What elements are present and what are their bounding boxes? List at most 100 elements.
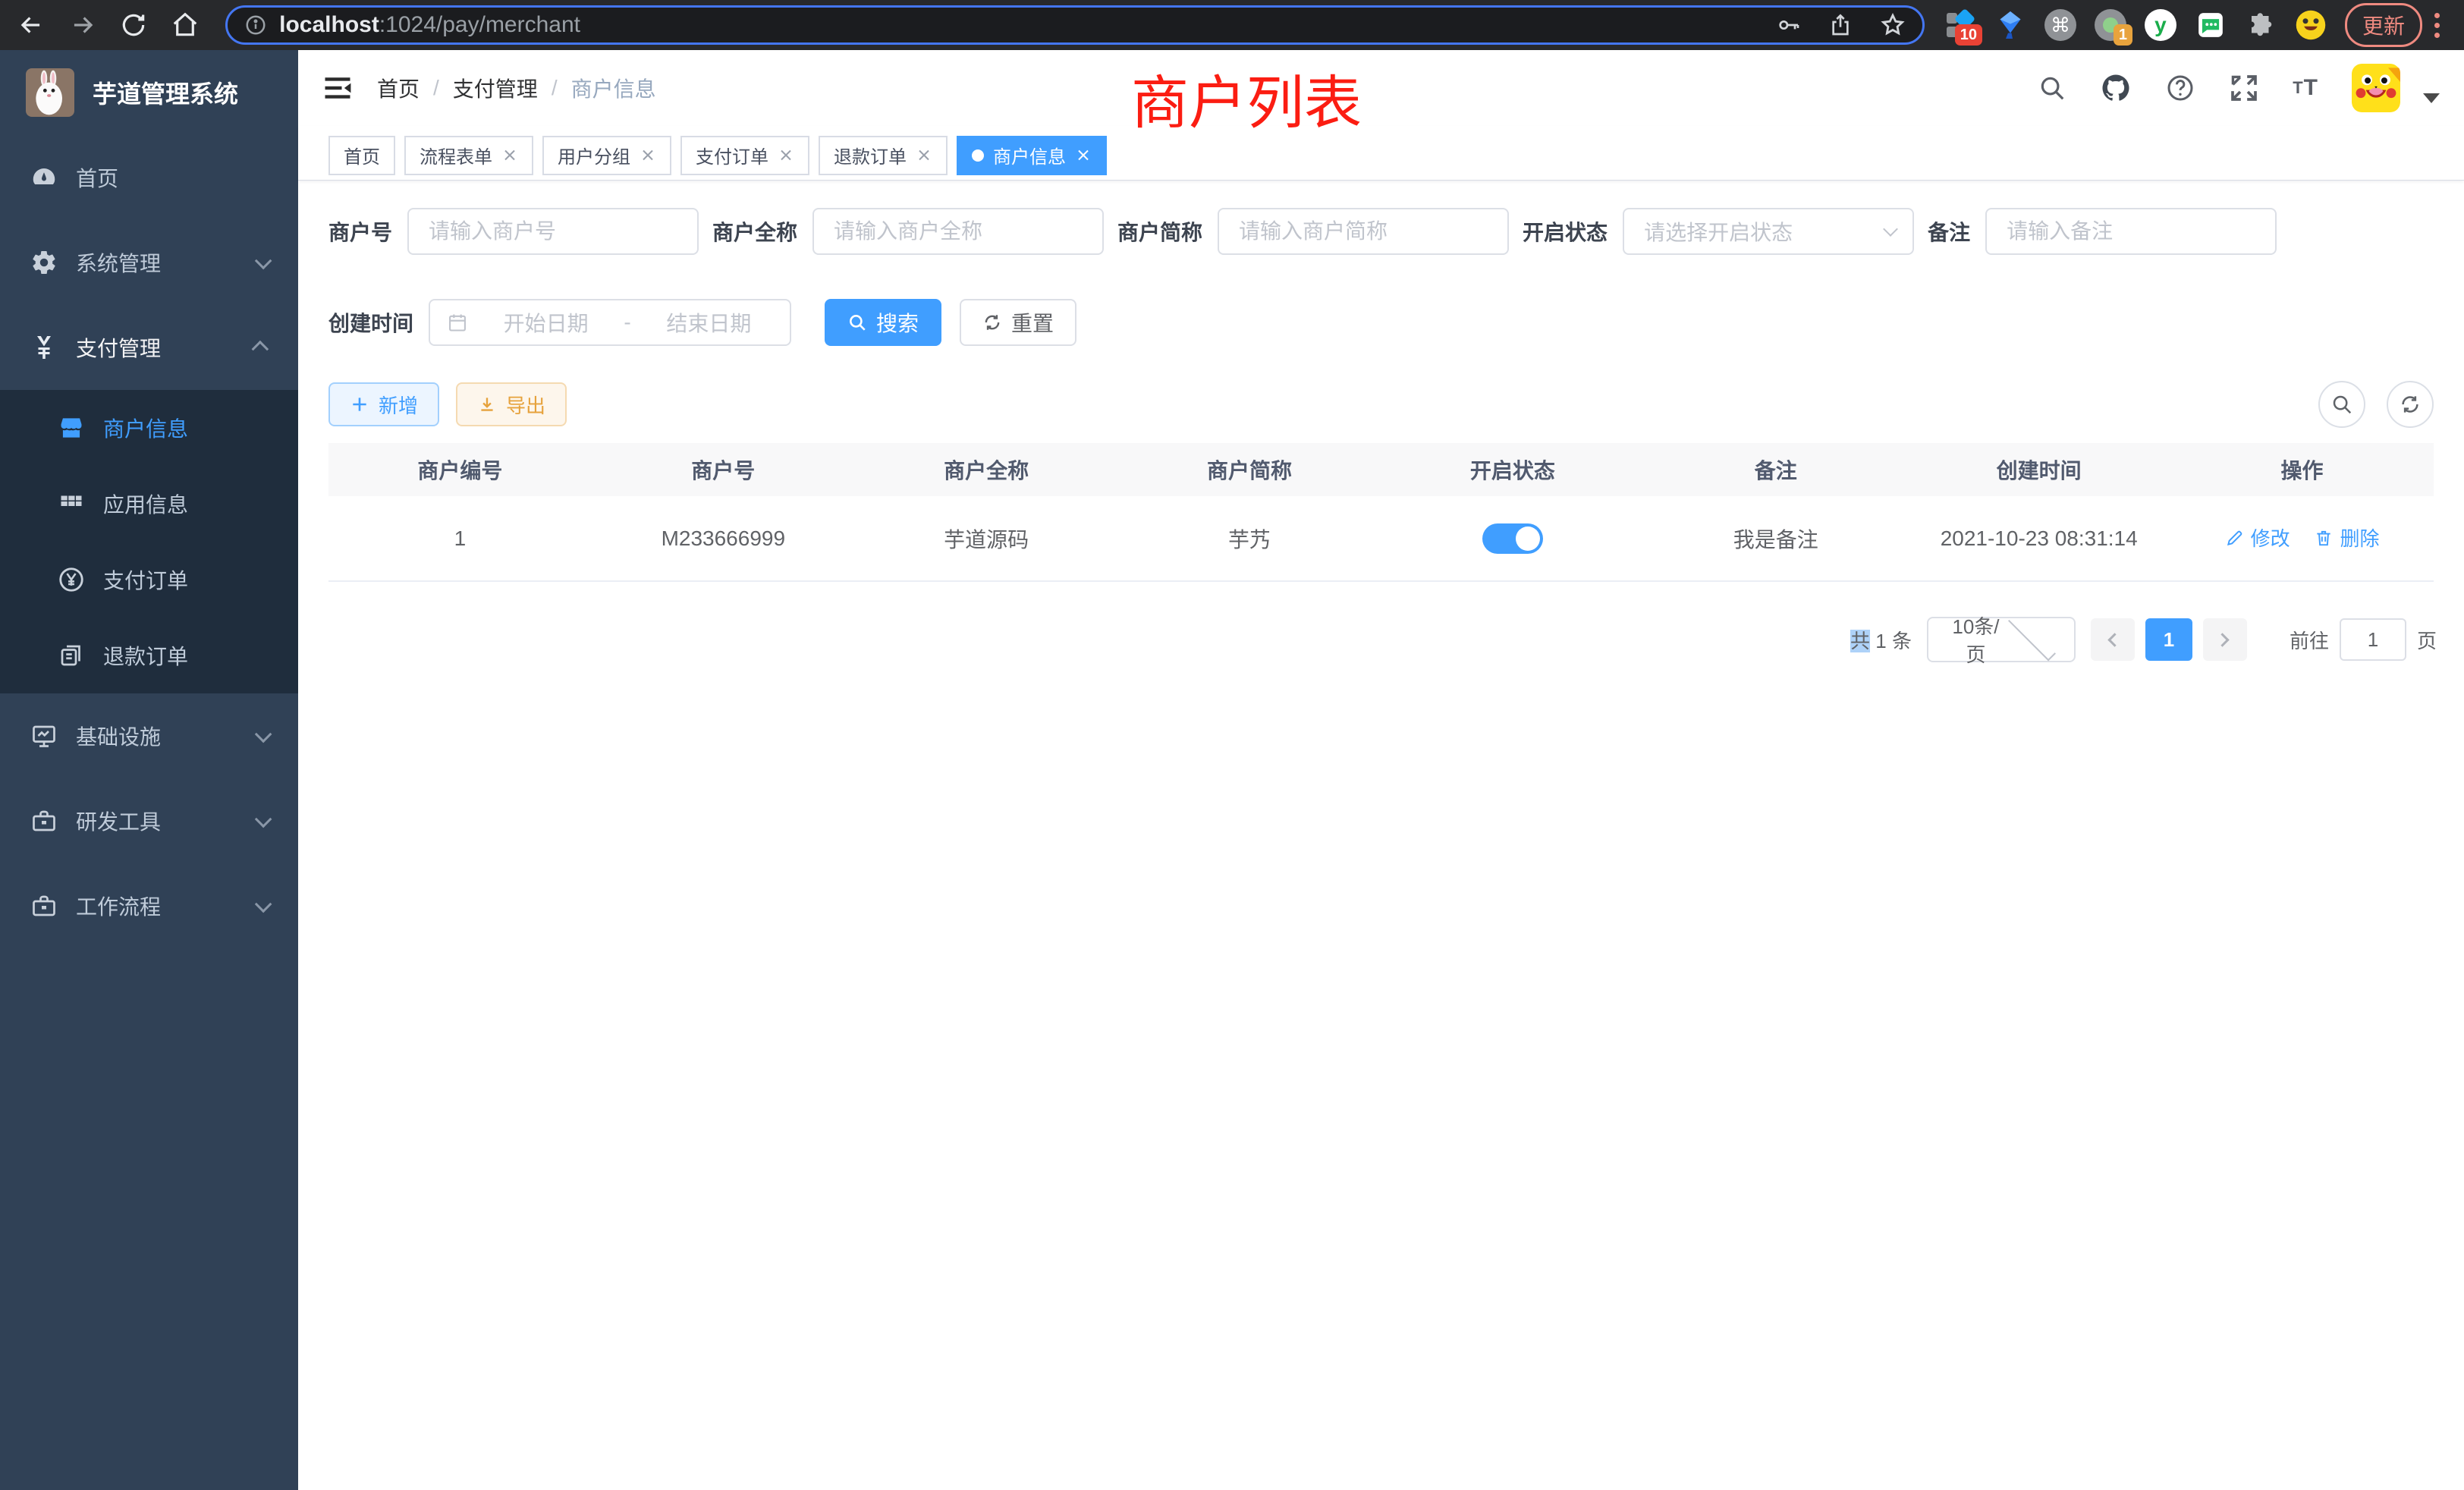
tags-view-bar: 首页 流程表单 用户分组 支付订单 退款订单 商户信息 [298, 126, 2464, 181]
share-icon[interactable] [1828, 13, 1853, 37]
site-info-icon[interactable] [244, 14, 267, 36]
grid-icon [55, 490, 88, 517]
close-icon[interactable] [1075, 147, 1092, 164]
cell-merchant-code: M233666999 [592, 496, 855, 581]
edit-link[interactable]: 修改 [2225, 523, 2290, 552]
browser-back-button[interactable] [14, 8, 49, 42]
short-name-input[interactable] [1218, 208, 1509, 255]
caret-down-icon[interactable] [2423, 93, 2440, 103]
browser-menu-icon[interactable] [2434, 13, 2440, 38]
avatar[interactable] [2352, 64, 2400, 112]
status-select[interactable]: 请选择开启状态 [1623, 208, 1914, 255]
extension-grid-icon[interactable]: 10 [1944, 9, 1976, 41]
tab-user-group[interactable]: 用户分组 [542, 136, 671, 175]
refresh-icon [982, 313, 1002, 332]
browser-forward-button[interactable] [65, 8, 100, 42]
extension-command-icon[interactable]: ⌘ [2044, 9, 2076, 41]
extension-badge: 10 [1955, 24, 1982, 46]
tab-home[interactable]: 首页 [328, 136, 395, 175]
browser-toolbar: localhost:1024/pay/merchant 10 ⌘ 1 y [0, 0, 2464, 50]
sidebar-collapse-button[interactable] [321, 71, 354, 105]
delete-link[interactable]: 删除 [2314, 523, 2379, 552]
col-status: 开启状态 [1381, 443, 1645, 496]
sidebar-item-app-info[interactable]: 应用信息 [0, 466, 298, 542]
sidebar-item-pay-order[interactable]: 支付订单 [0, 542, 298, 618]
github-icon[interactable] [2100, 72, 2132, 104]
chevron-down-icon [255, 726, 272, 743]
sidebar-item-payment[interactable]: 支付管理 [0, 305, 298, 390]
status-toggle[interactable] [1482, 523, 1543, 554]
extension-puzzle-icon[interactable] [2245, 9, 2277, 41]
font-size-icon[interactable]: TT [2293, 75, 2318, 101]
sidebar-item-merchant-info[interactable]: 商户信息 [0, 390, 298, 466]
trash-icon [2314, 528, 2334, 548]
close-icon[interactable] [640, 147, 656, 164]
extension-chat-icon[interactable] [2195, 9, 2227, 41]
page-size-select[interactable]: 10条/页 [1927, 617, 2076, 662]
col-remark: 备注 [1644, 443, 1907, 496]
home-icon [171, 11, 200, 39]
browser-home-button[interactable] [168, 8, 203, 42]
goto-label: 前往 [2290, 626, 2329, 654]
sidebar-item-workflow[interactable]: 工作流程 [0, 863, 298, 948]
documents-icon [55, 642, 88, 669]
search-form: 商户号 商户全称 商户简称 开启状态 请选择开启状态 [298, 181, 2464, 346]
chevron-left-icon [2108, 633, 2122, 646]
merchant-no-input[interactable] [407, 208, 699, 255]
toggle-search-button[interactable] [2318, 381, 2365, 428]
page-1-button[interactable]: 1 [2145, 618, 2192, 661]
tab-pay-order[interactable]: 支付订单 [680, 136, 809, 175]
sidebar-item-infrastructure[interactable]: 基础设施 [0, 693, 298, 778]
sidebar: 芋道管理系统 首页 系统管理 支付管理 [0, 50, 298, 1490]
download-icon [477, 395, 497, 414]
full-name-input[interactable] [812, 208, 1104, 255]
help-icon[interactable] [2165, 73, 2195, 103]
create-time-label: 创建时间 [328, 307, 413, 338]
chevron-right-icon [2216, 633, 2230, 646]
bookmark-star-icon[interactable] [1880, 12, 1906, 38]
col-merchant-id: 商户编号 [328, 443, 592, 496]
toolbox-icon [27, 892, 61, 919]
tab-process-form[interactable]: 流程表单 [404, 136, 533, 175]
refresh-table-button[interactable] [2387, 381, 2434, 428]
remark-label: 备注 [1928, 216, 1970, 247]
browser-reload-button[interactable] [117, 8, 152, 42]
close-icon[interactable] [778, 147, 794, 164]
breadcrumb-home[interactable]: 首页 [377, 73, 420, 103]
extensions-row: 10 ⌘ 1 y [1944, 9, 2327, 41]
extension-recorder-icon[interactable]: 1 [2095, 9, 2126, 41]
sidebar-item-refund-order[interactable]: 退款订单 [0, 618, 298, 693]
sidebar-item-system[interactable]: 系统管理 [0, 220, 298, 305]
prev-page-button[interactable] [2091, 618, 2135, 661]
create-time-range-picker[interactable]: 开始日期 - 结束日期 [429, 299, 791, 346]
breadcrumb-payment[interactable]: 支付管理 [453, 73, 538, 103]
add-button[interactable]: 新增 [328, 382, 439, 426]
sidebar-item-home[interactable]: 首页 [0, 135, 298, 220]
extension-kite-icon[interactable] [1994, 9, 2026, 41]
pagination-total: 共 1 条 [1850, 626, 1912, 654]
search-icon [847, 313, 867, 332]
export-button[interactable]: 导出 [456, 382, 567, 426]
full-name-label: 商户全称 [712, 216, 797, 247]
next-page-button[interactable] [2203, 618, 2247, 661]
close-icon[interactable] [916, 147, 932, 164]
tab-merchant-info[interactable]: 商户信息 [957, 136, 1107, 175]
address-bar[interactable]: localhost:1024/pay/merchant [225, 5, 1925, 45]
table-row: 1 M233666999 芋道源码 芋艿 我是备注 2021-10-23 08:… [328, 496, 2434, 581]
sidebar-item-dev-tools[interactable]: 研发工具 [0, 778, 298, 863]
sidebar-logo[interactable]: 芋道管理系统 [0, 50, 298, 135]
tab-refund-order[interactable]: 退款订单 [819, 136, 948, 175]
reset-button[interactable]: 重置 [960, 299, 1076, 346]
remark-input[interactable] [1985, 208, 2277, 255]
browser-update-button[interactable]: 更新 [2345, 3, 2422, 47]
gear-icon [27, 249, 61, 276]
extension-y-icon[interactable]: y [2145, 9, 2176, 41]
password-key-icon[interactable] [1777, 13, 1801, 37]
search-button[interactable]: 搜索 [825, 299, 941, 346]
close-icon[interactable] [501, 147, 518, 164]
fullscreen-icon[interactable] [2229, 73, 2259, 103]
extension-emoji-icon[interactable] [2295, 9, 2327, 41]
col-actions: 操作 [2170, 443, 2434, 496]
search-icon[interactable] [2038, 74, 2066, 102]
goto-page-input[interactable] [2340, 618, 2406, 661]
